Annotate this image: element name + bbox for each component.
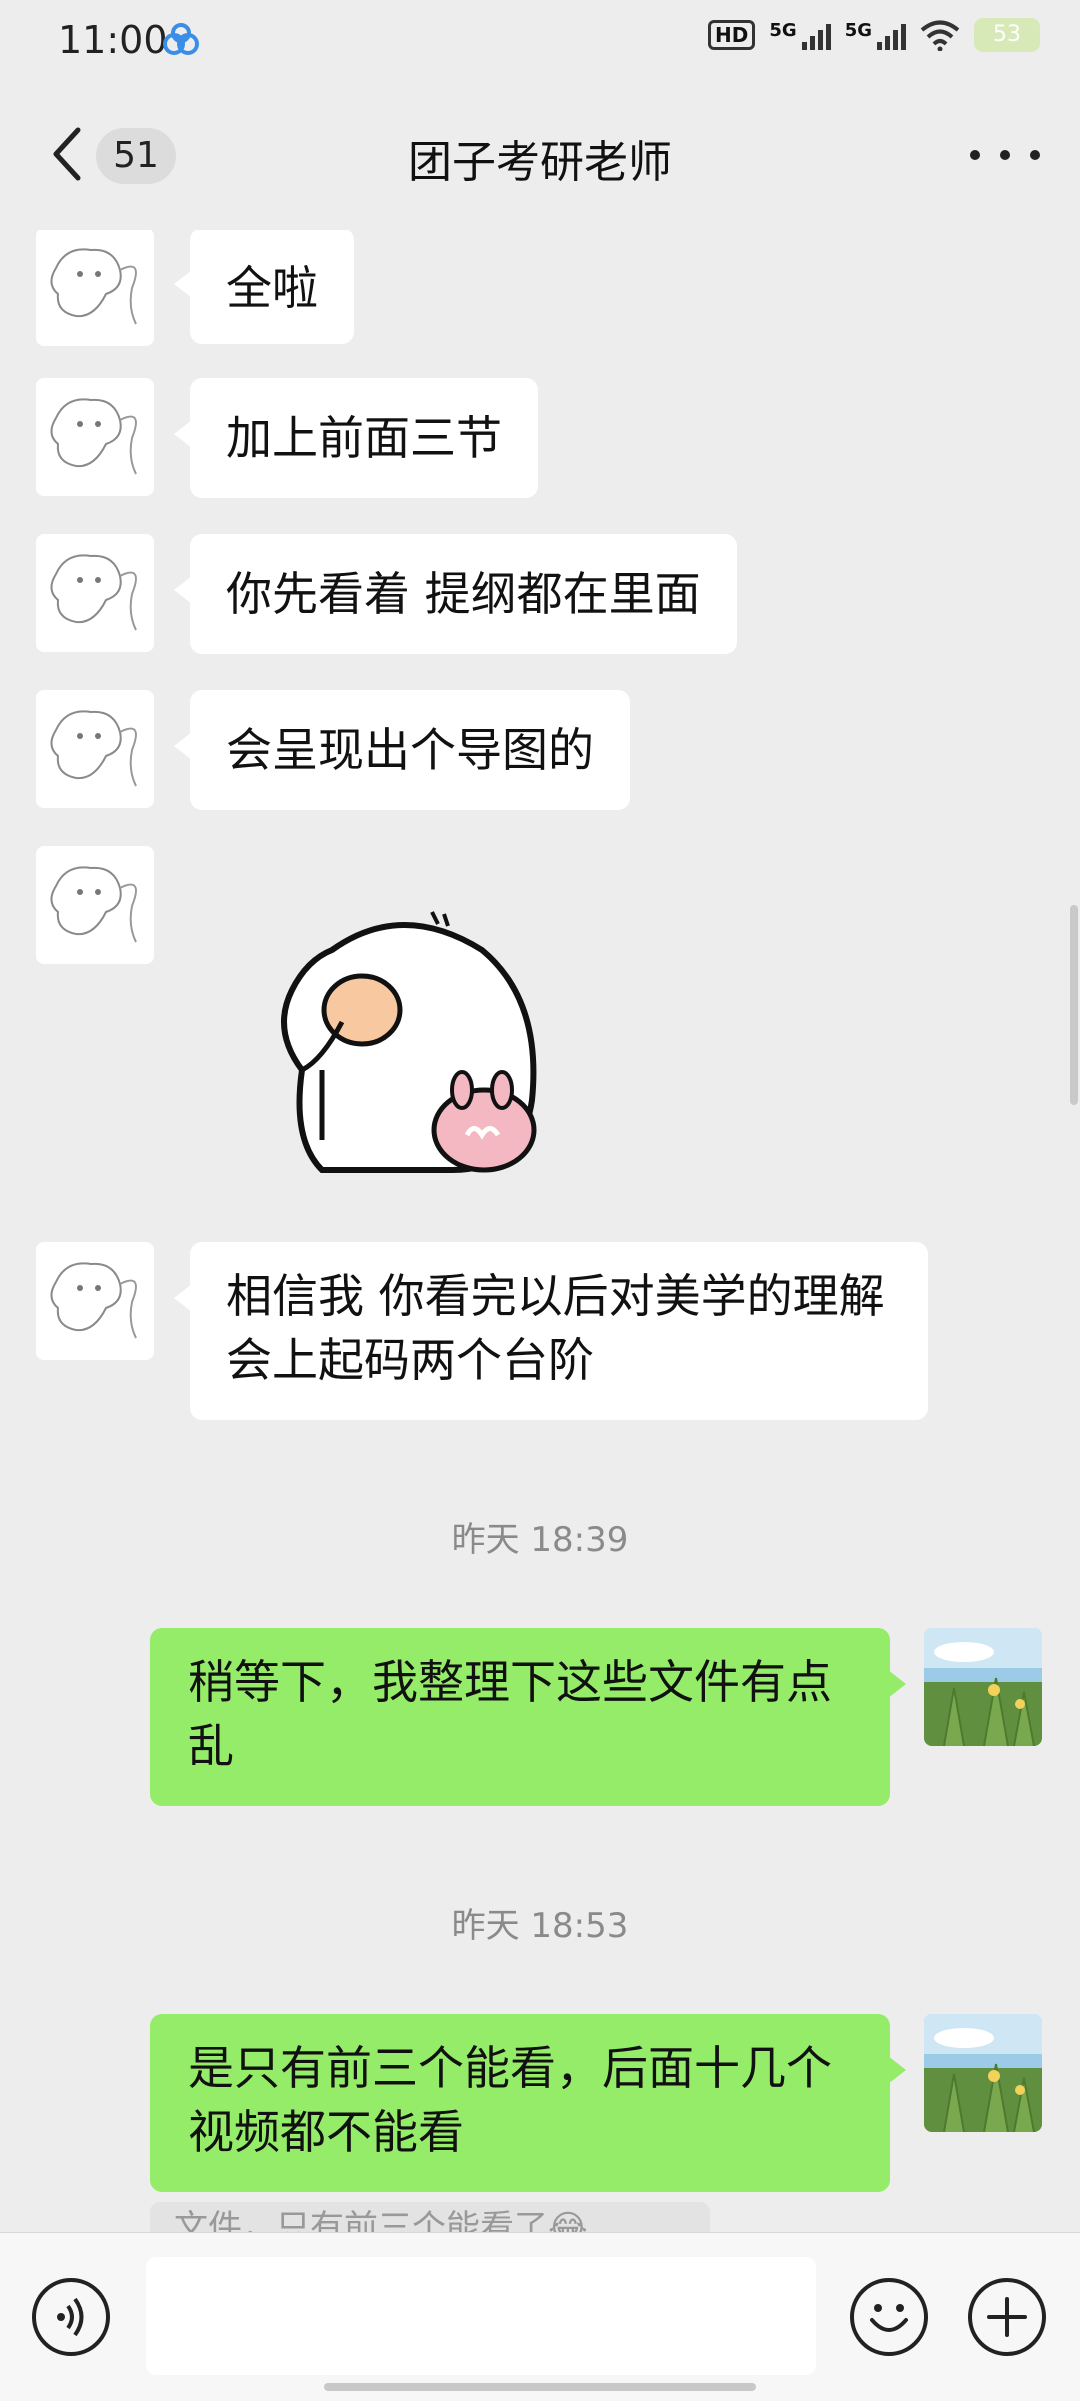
network-label: 5G — [769, 20, 797, 41]
signal-icon: 5G — [769, 20, 831, 50]
round-bird-sticker[interactable] — [262, 910, 552, 1190]
chat-header: 51 团子考研老师 — [0, 80, 1080, 230]
quote-text: 文件，只有前三个能看了😂 — [174, 2208, 588, 2232]
user-avatar[interactable] — [924, 1628, 1042, 1746]
chat-title: 团子考研老师 — [408, 137, 672, 188]
message-text: 是只有前三个能看，后面十几个视频都不能看 — [188, 2041, 832, 2159]
quoted-message-preview[interactable]: 文件，只有前三个能看了😂 — [150, 2202, 710, 2232]
message-input[interactable] — [146, 2257, 816, 2375]
message-list[interactable]: 全啦 加上前面三节 你先看着 提纲都在里面 会呈现出个导图的 相信我 你看完以后… — [0, 230, 1080, 2230]
status-indicators: HD 5G 5G 53 — [708, 18, 1040, 52]
message-bubble[interactable]: 全啦 — [174, 230, 354, 344]
contact-avatar[interactable] — [36, 690, 154, 808]
more-dots-icon[interactable] — [970, 140, 1040, 170]
voice-icon[interactable] — [32, 2278, 110, 2356]
message-bubble[interactable]: 是只有前三个能看，后面十几个视频都不能看 — [150, 2014, 906, 2192]
home-indicator[interactable] — [324, 2383, 756, 2391]
message-timestamp: 昨天 18:53 — [451, 1906, 629, 1946]
plus-icon[interactable] — [968, 2278, 1046, 2356]
contact-avatar[interactable] — [36, 846, 154, 964]
wifi-icon — [920, 20, 960, 51]
contact-avatar[interactable] — [36, 534, 154, 652]
contact-avatar[interactable] — [36, 1242, 154, 1360]
message-timestamp: 昨天 18:39 — [451, 1520, 629, 1560]
message-text: 会呈现出个导图的 — [226, 723, 594, 777]
scrollbar[interactable] — [1070, 905, 1078, 1105]
cloud-icon — [163, 23, 199, 55]
input-bar — [0, 2232, 1080, 2401]
message-text: 全啦 — [226, 261, 318, 315]
battery-icon: 53 — [974, 18, 1040, 52]
message-text: 你先看着 提纲都在里面 — [226, 567, 701, 621]
status-bar: 11:00 HD 5G 5G 53 — [0, 0, 1080, 80]
hd-badge: HD — [708, 20, 756, 50]
contact-avatar[interactable] — [36, 230, 154, 346]
message-bubble[interactable]: 你先看着 提纲都在里面 — [174, 534, 737, 654]
message-bubble[interactable]: 会呈现出个导图的 — [174, 690, 630, 810]
message-bubble[interactable]: 加上前面三节 — [174, 378, 538, 498]
contact-avatar[interactable] — [36, 378, 154, 496]
user-avatar[interactable] — [924, 2014, 1042, 2132]
status-time: 11:00 — [58, 18, 168, 62]
message-bubble[interactable]: 稍等下，我整理下这些文件有点乱 — [150, 1628, 906, 1806]
network-label: 5G — [844, 20, 872, 41]
emoji-icon[interactable] — [850, 2278, 928, 2356]
message-text: 稍等下，我整理下这些文件有点乱 — [188, 1655, 832, 1773]
message-bubble[interactable]: 相信我 你看完以后对美学的理解会上起码两个台阶 — [174, 1242, 928, 1420]
signal-icon: 5G — [845, 20, 906, 50]
message-text: 相信我 你看完以后对美学的理解会上起码两个台阶 — [226, 1269, 885, 1387]
message-text: 加上前面三节 — [226, 411, 502, 465]
